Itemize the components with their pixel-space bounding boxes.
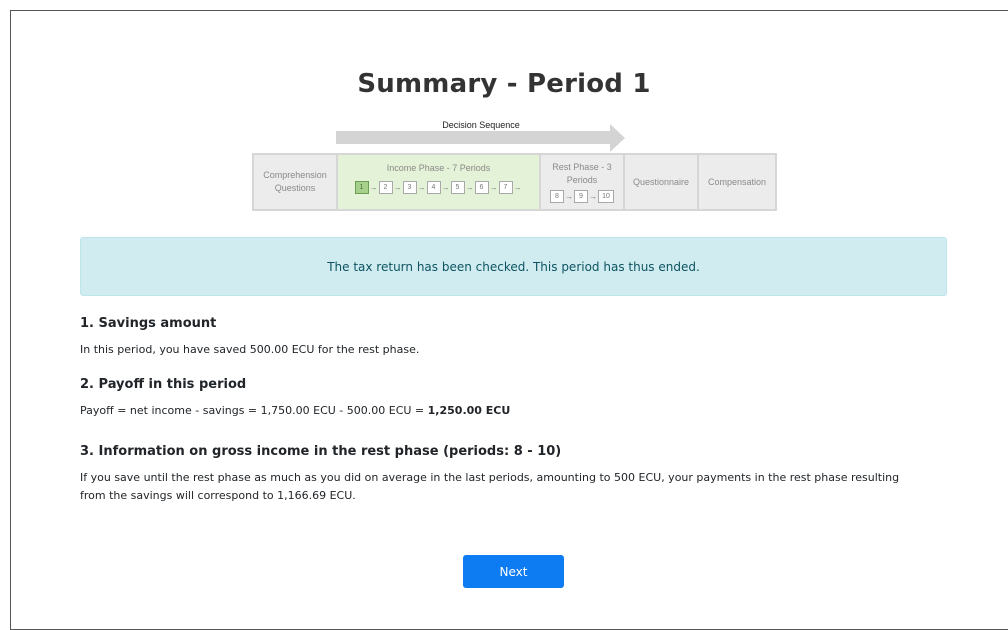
section-heading-payoff: 2. Payoff in this period [80, 377, 247, 392]
payoff-amount: 1,250.00 ECU [427, 404, 511, 417]
arrow-icon: → [465, 183, 474, 192]
period-box: 2 [378, 181, 393, 194]
step-label: Compensation [707, 177, 767, 187]
step-label: Questionnaire [632, 177, 690, 187]
period-box-current: 1 [354, 181, 369, 194]
period-box: 4 [426, 181, 441, 194]
income-period-list: 1 → 2 → 3 → 4 → 5 → 6 → 7 → [354, 181, 523, 194]
step-label: Rest Phase - 3 Periods [552, 162, 612, 185]
arrow-icon: → [565, 192, 573, 201]
decision-sequence-label: Decision Sequence [442, 120, 520, 130]
next-button[interactable]: Next [463, 555, 564, 588]
step-compensation: Compensation [697, 153, 777, 211]
section-text-payoff: Payoff = net income - savings = 1,750.00… [80, 402, 940, 420]
period-box: 3 [402, 181, 417, 194]
period-box: 5 [450, 181, 465, 194]
rest-period-list: 8 → 9 → 10 [550, 190, 614, 203]
arrow-icon: → [417, 183, 426, 192]
arrow-icon: → [369, 183, 378, 192]
period-box: 6 [474, 181, 489, 194]
step-label: Income Phase - 7 Periods [386, 163, 491, 173]
arrow-icon: → [393, 183, 402, 192]
arrow-icon: → [489, 183, 498, 192]
arrow-icon: → [589, 192, 597, 201]
arrow-icon: → [513, 183, 522, 192]
period-box: 10 [598, 190, 614, 203]
period-box: 8 [550, 190, 564, 203]
step-questionnaire: Questionnaire [623, 153, 699, 211]
step-label: Comprehension Questions [263, 170, 327, 193]
section-heading-savings: 1. Savings amount [80, 316, 217, 331]
payoff-formula: Payoff = net income - savings = 1,750.00… [80, 404, 428, 417]
status-alert: The tax return has been checked. This pe… [80, 237, 947, 296]
step-comprehension-questions: Comprehension Questions [252, 153, 338, 211]
section-heading-gross-income: 3. Information on gross income in the re… [80, 444, 562, 459]
period-box: 9 [574, 190, 588, 203]
page-title: Summary - Period 1 [357, 69, 651, 99]
alert-text: The tax return has been checked. This pe… [327, 259, 700, 274]
arrow-shaft [336, 131, 612, 144]
section-text-savings: In this period, you have saved 500.00 EC… [80, 343, 420, 356]
section-text-gross-income: If you save until the rest phase as much… [80, 471, 900, 502]
arrow-icon: → [441, 183, 450, 192]
step-rest-phase: Rest Phase - 3 Periods 8 → 9 → 10 [539, 153, 625, 211]
period-box: 7 [498, 181, 513, 194]
step-income-phase: Income Phase - 7 Periods 1 → 2 → 3 → 4 →… [336, 153, 541, 211]
